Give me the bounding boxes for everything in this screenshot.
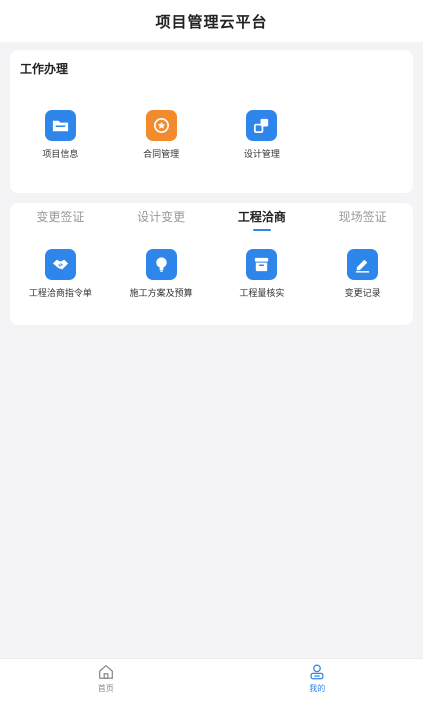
tab-site-visa[interactable]: 现场签证 — [312, 203, 413, 237]
tab-item-label: 施工方案及预算 — [129, 289, 193, 299]
tab-item-quantity-verification[interactable]: 工程量核实 — [212, 249, 313, 301]
work-item-design-management[interactable]: 设计管理 — [212, 110, 313, 162]
tab-strip: 变更签证 设计变更 工程洽商 现场签证 — [10, 203, 413, 237]
tabs-card: 变更签证 设计变更 工程洽商 现场签证 工程洽商指令单 施工方案及预算 工程量核… — [10, 203, 413, 325]
app-header: 项目管理云平台 — [0, 0, 423, 42]
tab-item-label: 变更记录 — [344, 289, 381, 299]
tab-item-label: 工程洽商指令单 — [28, 289, 92, 299]
tab-item-negotiation-order[interactable]: 工程洽商指令单 — [10, 249, 111, 301]
tab-content-row: 工程洽商指令单 施工方案及预算 工程量核实 变更记录 — [10, 249, 413, 301]
bottom-nav-mine[interactable]: 我的 — [212, 659, 423, 701]
work-item-project-info[interactable]: 项目信息 — [10, 110, 111, 162]
work-items-row: 项目信息 合同管理 设计管理 — [10, 110, 413, 162]
medal-icon — [145, 110, 177, 141]
tab-item-change-record[interactable]: 变更记录 — [312, 249, 413, 301]
edit-icon — [347, 249, 379, 280]
bottom-nav-label: 我的 — [309, 684, 326, 693]
tab-item-label: 工程量核实 — [239, 289, 285, 299]
work-section-card: 工作办理 项目信息 合同管理 设计管理 — [10, 50, 413, 193]
squares-icon — [246, 110, 278, 141]
work-item-label: 项目信息 — [42, 150, 79, 160]
bottom-nav-home[interactable]: 首页 — [0, 659, 212, 701]
archive-box-icon — [246, 249, 278, 280]
work-item-label: 合同管理 — [143, 150, 180, 160]
tab-engineering-negotiation[interactable]: 工程洽商 — [212, 203, 313, 237]
work-item-contract-management[interactable]: 合同管理 — [111, 110, 212, 162]
bottom-nav-label: 首页 — [97, 684, 114, 693]
tab-item-construction-plan[interactable]: 施工方案及预算 — [111, 249, 212, 301]
handshake-icon — [44, 249, 76, 280]
lightbulb-icon — [145, 249, 177, 280]
work-item-empty-slot — [312, 110, 413, 162]
tab-change-visa[interactable]: 变更签证 — [10, 203, 111, 237]
work-item-label: 设计管理 — [243, 150, 280, 160]
bottom-tab-bar: 首页 我的 — [0, 658, 423, 701]
work-section-title: 工作办理 — [20, 62, 69, 76]
home-icon — [98, 665, 113, 679]
tab-design-change[interactable]: 设计变更 — [111, 203, 212, 237]
folder-icon — [44, 110, 76, 141]
user-icon — [310, 664, 324, 680]
page-title: 项目管理云平台 — [155, 12, 268, 31]
